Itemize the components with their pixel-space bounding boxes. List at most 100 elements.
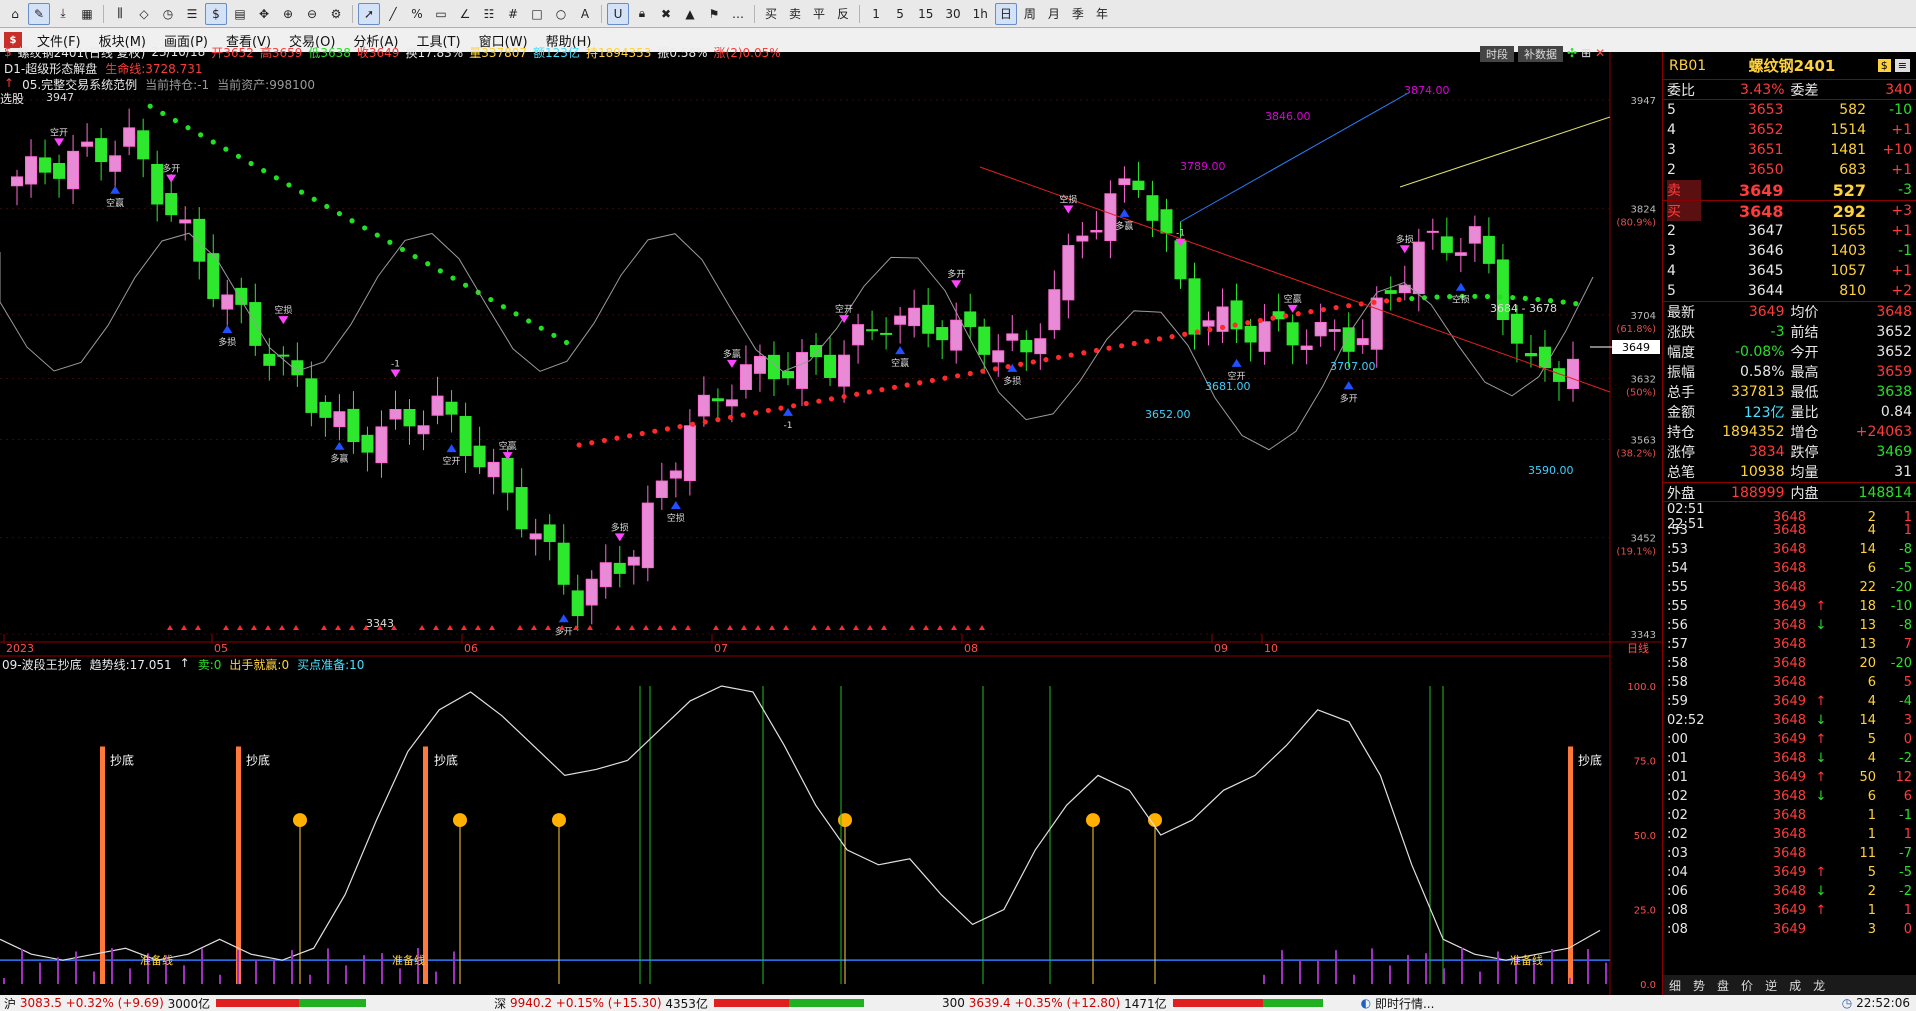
osc-ready-label: 准备线 bbox=[1510, 953, 1543, 967]
list-icon[interactable]: ☰ bbox=[181, 3, 203, 25]
period-button[interactable]: 时段 bbox=[1480, 46, 1514, 62]
candle-body bbox=[950, 319, 963, 351]
chart-area[interactable]: 3947 3824 (80.9%) 3704 (61.8%) 3632 (50%) 3563 (… bbox=[0, 45, 1662, 995]
life-line-dot bbox=[879, 387, 885, 393]
tick-time: :01 bbox=[1667, 751, 1688, 766]
angle-icon[interactable]: ∠ bbox=[454, 3, 476, 25]
period-button-0[interactable]: 1 bbox=[865, 3, 887, 25]
quote-tab-5[interactable]: 成 bbox=[1783, 977, 1807, 994]
sh-index[interactable]: 沪 3083.5 +0.32% (+9.69) 3000亿 bbox=[4, 995, 367, 1011]
bid-row[interactable]: 3 3646 1403 -1 bbox=[1663, 241, 1916, 261]
bid-row[interactable]: 5 3644 810 +2 bbox=[1663, 281, 1916, 301]
stat-value: 1894352 bbox=[1722, 424, 1785, 440]
hs300-index[interactable]: 300 3639.4 +0.35% (+12.80) 1471亿 bbox=[942, 995, 1323, 1011]
dollar-icon[interactable]: $ bbox=[205, 2, 227, 25]
indicator2-name[interactable]: 05.完整交易系统范例 bbox=[22, 76, 137, 93]
magnet-icon[interactable]: U bbox=[607, 2, 629, 25]
select-stock-label[interactable]: 选股 bbox=[0, 90, 24, 107]
grid2-icon[interactable]: ▤ bbox=[229, 3, 251, 25]
osc-y-tick: 0.0 bbox=[1640, 980, 1656, 991]
edit-icon[interactable]: ✎ bbox=[28, 2, 50, 25]
tick-volume: 1 bbox=[1867, 827, 1876, 842]
hash-icon[interactable]: # bbox=[502, 3, 524, 25]
osc-title[interactable]: 09-波段王抄底 bbox=[2, 656, 82, 673]
bars-icon[interactable]: ⫼ bbox=[109, 3, 131, 25]
period-button-5[interactable]: 日 bbox=[994, 2, 1017, 25]
period-button-6[interactable]: 周 bbox=[1019, 3, 1041, 25]
trade-button-3[interactable]: 反 bbox=[832, 3, 854, 25]
home-icon[interactable]: ⌂ bbox=[4, 3, 26, 25]
period-button-3[interactable]: 30 bbox=[940, 3, 965, 25]
move-icon[interactable]: ✥ bbox=[253, 3, 275, 25]
delete-icon[interactable]: ✖ bbox=[655, 3, 677, 25]
main-chart-svg[interactable]: 3947 3824 (80.9%) 3704 (61.8%) 3632 (50%) 3563 (… bbox=[0, 52, 1662, 995]
quote-tab-1[interactable]: 势 bbox=[1687, 977, 1711, 994]
square-icon[interactable]: □ bbox=[526, 3, 548, 25]
gear-icon[interactable]: ⚙ bbox=[325, 3, 347, 25]
life-line-dot bbox=[425, 261, 431, 267]
quote-tab-3[interactable]: 价 bbox=[1735, 977, 1759, 994]
percent-icon[interactable]: % bbox=[406, 3, 428, 25]
lock-icon[interactable]: 🔒︎ bbox=[631, 3, 653, 25]
download-icon[interactable]: ⤓ bbox=[52, 3, 74, 25]
circle-icon[interactable]: ○ bbox=[550, 3, 572, 25]
candle-body bbox=[1048, 289, 1061, 331]
quote-tab-6[interactable]: 龙 bbox=[1807, 977, 1831, 994]
indicator1-name[interactable]: D1-超级形态解盘 bbox=[4, 60, 97, 77]
quote-tab-2[interactable]: 盘 bbox=[1711, 977, 1735, 994]
candle-body bbox=[95, 138, 108, 163]
sz-index[interactable]: 深 9940.2 +0.15% (+15.30) 4353亿 bbox=[494, 995, 864, 1011]
bid-row[interactable]: 2 3647 1565 +1 bbox=[1663, 221, 1916, 241]
line-icon[interactable]: ╱ bbox=[382, 3, 404, 25]
tick-price: 3648 bbox=[1772, 675, 1806, 690]
period-button-9[interactable]: 年 bbox=[1091, 3, 1113, 25]
tick-volume: 1 bbox=[1867, 903, 1876, 918]
trade-button-0[interactable]: 买 bbox=[760, 3, 782, 25]
quote-title-bar: RB01 螺纹钢2401 $ ≡ bbox=[1663, 52, 1916, 80]
life-line-dot bbox=[1371, 299, 1377, 305]
level-change: +2 bbox=[1891, 283, 1912, 299]
period-button-8[interactable]: 季 bbox=[1067, 3, 1089, 25]
tick-list[interactable]: 02:51 22:51 3648 2 1:53 3648 4 1:53 3648 14 -8:54… bbox=[1663, 502, 1916, 939]
marker-icon[interactable]: ▲ bbox=[679, 3, 701, 25]
ask-row[interactable]: 5 3653 582 -10 bbox=[1663, 100, 1916, 120]
more-icon[interactable]: … bbox=[727, 3, 749, 25]
ask-row[interactable]: 2 3650 683 +1 bbox=[1663, 160, 1916, 180]
cursor-icon[interactable]: ➚ bbox=[358, 2, 380, 25]
tick-time: :02 bbox=[1667, 827, 1688, 842]
clock-icon[interactable]: ◷ bbox=[157, 3, 179, 25]
trade-button-2[interactable]: 平 bbox=[808, 3, 830, 25]
quote-tab-4[interactable]: 逆 bbox=[1759, 977, 1783, 994]
hbar-icon[interactable]: ☷ bbox=[478, 3, 500, 25]
quote-tab-0[interactable]: 细 bbox=[1663, 977, 1687, 994]
zoom-out-icon[interactable]: ⊖ bbox=[301, 3, 323, 25]
bid-row[interactable]: 买 3648 292 +3 bbox=[1663, 201, 1916, 221]
period-button-1[interactable]: 5 bbox=[889, 3, 911, 25]
trade-button-1[interactable]: 卖 bbox=[784, 3, 806, 25]
life-line-dot bbox=[1522, 295, 1528, 301]
news-ticker[interactable]: ◐ 即时行情... bbox=[1361, 995, 1435, 1011]
bid-row[interactable]: 4 3645 1057 +1 bbox=[1663, 261, 1916, 281]
quote-dollar-icon[interactable]: $ bbox=[1877, 59, 1891, 72]
close-icon[interactable]: ✕ bbox=[1595, 46, 1605, 62]
period-button-4[interactable]: 1h bbox=[968, 3, 993, 25]
zoom-in-icon[interactable]: ⊕ bbox=[277, 3, 299, 25]
period-button-2[interactable]: 15 bbox=[913, 3, 938, 25]
adjust-button[interactable]: 补数据 bbox=[1518, 46, 1563, 62]
flag-icon[interactable]: ⚑ bbox=[703, 3, 725, 25]
text-icon[interactable]: A bbox=[574, 3, 596, 25]
settings-icon[interactable]: ✣ bbox=[1567, 46, 1577, 62]
x-tick-label: 2023 bbox=[6, 642, 34, 655]
ask-row[interactable]: 3 3651 1481 +10 bbox=[1663, 140, 1916, 160]
ask-row[interactable]: 4 3652 1514 +1 bbox=[1663, 120, 1916, 140]
signal-label: 多开 bbox=[1340, 392, 1358, 404]
stat-label: 跌停 bbox=[1790, 445, 1819, 461]
rect-icon[interactable]: ▭ bbox=[430, 3, 452, 25]
level-price: 3646 bbox=[1747, 243, 1784, 259]
period-button-7[interactable]: 月 bbox=[1043, 3, 1065, 25]
quote-menu-icon[interactable]: ≡ bbox=[1894, 59, 1910, 72]
grid-icon[interactable]: ▦ bbox=[76, 3, 98, 25]
diamond-icon[interactable]: ◇ bbox=[133, 3, 155, 25]
ask-row[interactable]: 卖 3649 527 -3 bbox=[1663, 180, 1916, 200]
expand-icon[interactable]: ⊞ bbox=[1581, 46, 1591, 62]
